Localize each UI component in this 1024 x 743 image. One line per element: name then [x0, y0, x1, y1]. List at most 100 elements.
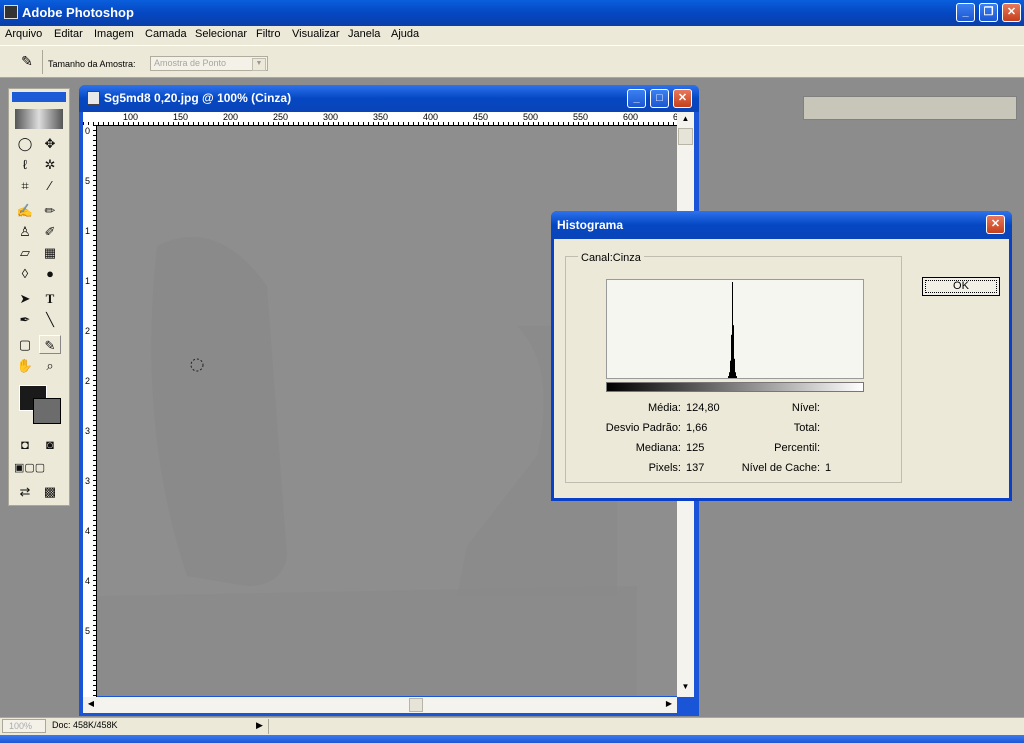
notes-icon[interactable]: ▢: [14, 335, 36, 354]
move-icon[interactable]: ✥: [39, 134, 61, 153]
ruler-label: 1: [85, 226, 91, 236]
close-icon[interactable]: ✕: [986, 215, 1005, 234]
quickmask-mode-icon[interactable]: ◙: [39, 435, 61, 454]
sample-size-select[interactable]: Amostra de Ponto ▼: [150, 56, 268, 71]
stamp-icon[interactable]: ♙: [14, 222, 36, 241]
jump-icon[interactable]: ▩: [39, 482, 61, 501]
doc-size: Doc: 458K/458K: [52, 720, 118, 730]
separator: [42, 50, 43, 74]
chevron-down-icon[interactable]: ▼: [252, 58, 266, 71]
ok-button[interactable]: OK: [922, 277, 1000, 296]
histogram-title: Histograma: [557, 218, 624, 232]
document-icon: [87, 91, 100, 105]
document-titlebar[interactable]: Sg5md8 0,20.jpg @ 100% (Cinza) _ □ ✕: [79, 85, 699, 112]
cache-value: 1: [825, 462, 832, 474]
pencil-icon[interactable]: ✏: [39, 201, 61, 220]
percentil-label: Percentil:: [774, 442, 820, 454]
brush-icon[interactable]: ✍: [14, 201, 36, 220]
ruler-top: 100 150 200 250 300 350 400 450 500 550 …: [83, 112, 677, 126]
ruler-label: 3: [85, 426, 91, 436]
ruler-label: 5: [85, 176, 91, 186]
slice-icon[interactable]: ⁄: [39, 176, 61, 195]
status-bar: 100% Doc: 458K/458K ▶: [0, 717, 1024, 735]
magic-wand-icon[interactable]: ✲: [39, 155, 61, 174]
vertical-scroll-thumb[interactable]: [678, 128, 693, 145]
document-title: Sg5md8 0,20.jpg @ 100% (Cinza): [104, 91, 292, 105]
marquee-icon[interactable]: ◯: [14, 134, 36, 153]
blur-icon[interactable]: ◊: [14, 264, 36, 283]
cache-label: Nível de Cache:: [741, 462, 820, 474]
desvio-label: Desvio Padrão:: [605, 422, 681, 434]
ruler-label: 250: [273, 112, 289, 122]
histogram-bar: [728, 376, 729, 378]
ruler-ticks: [93, 125, 96, 697]
crop-icon[interactable]: ⌗: [14, 176, 36, 195]
close-icon[interactable]: ✕: [1002, 3, 1021, 22]
ruler-label: 2: [85, 376, 91, 386]
histogram-gradient-bar: [606, 382, 864, 392]
gradient-icon[interactable]: ▦: [39, 243, 61, 262]
focus-ring: [925, 280, 997, 293]
adobe-logo[interactable]: [15, 109, 63, 129]
mediana-value: 125: [686, 442, 705, 454]
ruler-left: 0 5 1 1 2 2 3 3 4 4 5: [83, 125, 97, 697]
path-select-icon[interactable]: ➤: [14, 289, 36, 308]
minimize-icon[interactable]: _: [956, 3, 975, 22]
type-icon[interactable]: T: [39, 289, 61, 308]
eyedropper-tool-icon[interactable]: ✎: [39, 335, 61, 354]
ruler-label: 150: [173, 112, 189, 122]
scroll-down-icon[interactable]: ▼: [679, 682, 692, 694]
pixels-label: Pixels:: [648, 462, 681, 474]
scroll-left-icon[interactable]: ◀: [85, 699, 97, 711]
pen-icon[interactable]: ✒: [14, 310, 36, 329]
ruler-label: 1: [85, 276, 91, 286]
minimize-icon[interactable]: _: [627, 89, 646, 108]
history-brush-icon[interactable]: ✐: [39, 222, 61, 241]
hand-icon[interactable]: ✋: [14, 356, 36, 375]
histogram-bar: [735, 372, 736, 378]
histogram-bar: [732, 282, 733, 378]
screen-mode-icons[interactable]: ▣▢▢: [14, 459, 45, 478]
menu-filtro[interactable]: Filtro: [256, 28, 280, 40]
toolbox-titlebar[interactable]: [12, 92, 66, 102]
restore-icon[interactable]: ❐: [979, 3, 998, 22]
horizontal-scrollbar[interactable]: ◀ ▶: [83, 697, 677, 713]
standard-mode-icon[interactable]: ◘: [14, 435, 36, 454]
histogram-bar: [736, 376, 737, 378]
ruler-label: 100: [123, 112, 139, 122]
menu-editar[interactable]: Editar: [54, 28, 83, 40]
histogram-bar: [730, 360, 731, 378]
scroll-up-icon[interactable]: ▲: [679, 114, 692, 126]
ruler-label: 200: [223, 112, 239, 122]
close-icon[interactable]: ✕: [673, 89, 692, 108]
menu-imagem[interactable]: Imagem: [94, 28, 134, 40]
toolbox: ◯ ✥ ℓ ✲ ⌗ ⁄ ✍ ✏ ♙ ✐ ▱ ▦ ◊ ● ➤ T ✒ ╲ ▢ ✎ …: [8, 88, 70, 506]
background-color-swatch[interactable]: [33, 398, 61, 424]
status-menu-arrow-icon[interactable]: ▶: [256, 720, 263, 731]
zoom-field[interactable]: 100%: [2, 719, 46, 733]
imageready-icon[interactable]: ⇄: [14, 482, 36, 501]
horizontal-scroll-thumb[interactable]: [409, 698, 423, 712]
eyedropper-icon[interactable]: ✎: [17, 53, 37, 71]
line-icon[interactable]: ╲: [39, 310, 61, 329]
eraser-icon[interactable]: ▱: [14, 243, 36, 262]
scroll-right-icon[interactable]: ▶: [663, 699, 675, 711]
menu-janela[interactable]: Janela: [348, 28, 380, 40]
menu-visualizar[interactable]: Visualizar: [292, 28, 340, 40]
total-label: Total:: [793, 422, 820, 434]
menu-camada[interactable]: Camada: [145, 28, 187, 40]
histogram-body: Canal:Cinza Média: 124,80 Desvio Padrão:…: [554, 239, 1009, 498]
desvio-value: 1,66: [686, 422, 708, 434]
zoom-icon[interactable]: ⌕: [39, 356, 61, 375]
ruler-label: 350: [373, 112, 389, 122]
lasso-icon[interactable]: ℓ: [14, 155, 36, 174]
options-bar: ✎ Tamanho da Amostra: Amostra de Ponto ▼: [0, 45, 1024, 120]
palette-well[interactable]: [803, 96, 1017, 120]
maximize-icon[interactable]: □: [650, 89, 669, 108]
ruler-label: 4: [85, 576, 91, 586]
dodge-icon[interactable]: ●: [39, 264, 61, 283]
menu-ajuda[interactable]: Ajuda: [391, 28, 419, 40]
histogram-titlebar[interactable]: Histograma ✕: [551, 211, 1012, 239]
menu-arquivo[interactable]: Arquivo: [5, 28, 42, 40]
menu-selecionar[interactable]: Selecionar: [195, 28, 247, 40]
